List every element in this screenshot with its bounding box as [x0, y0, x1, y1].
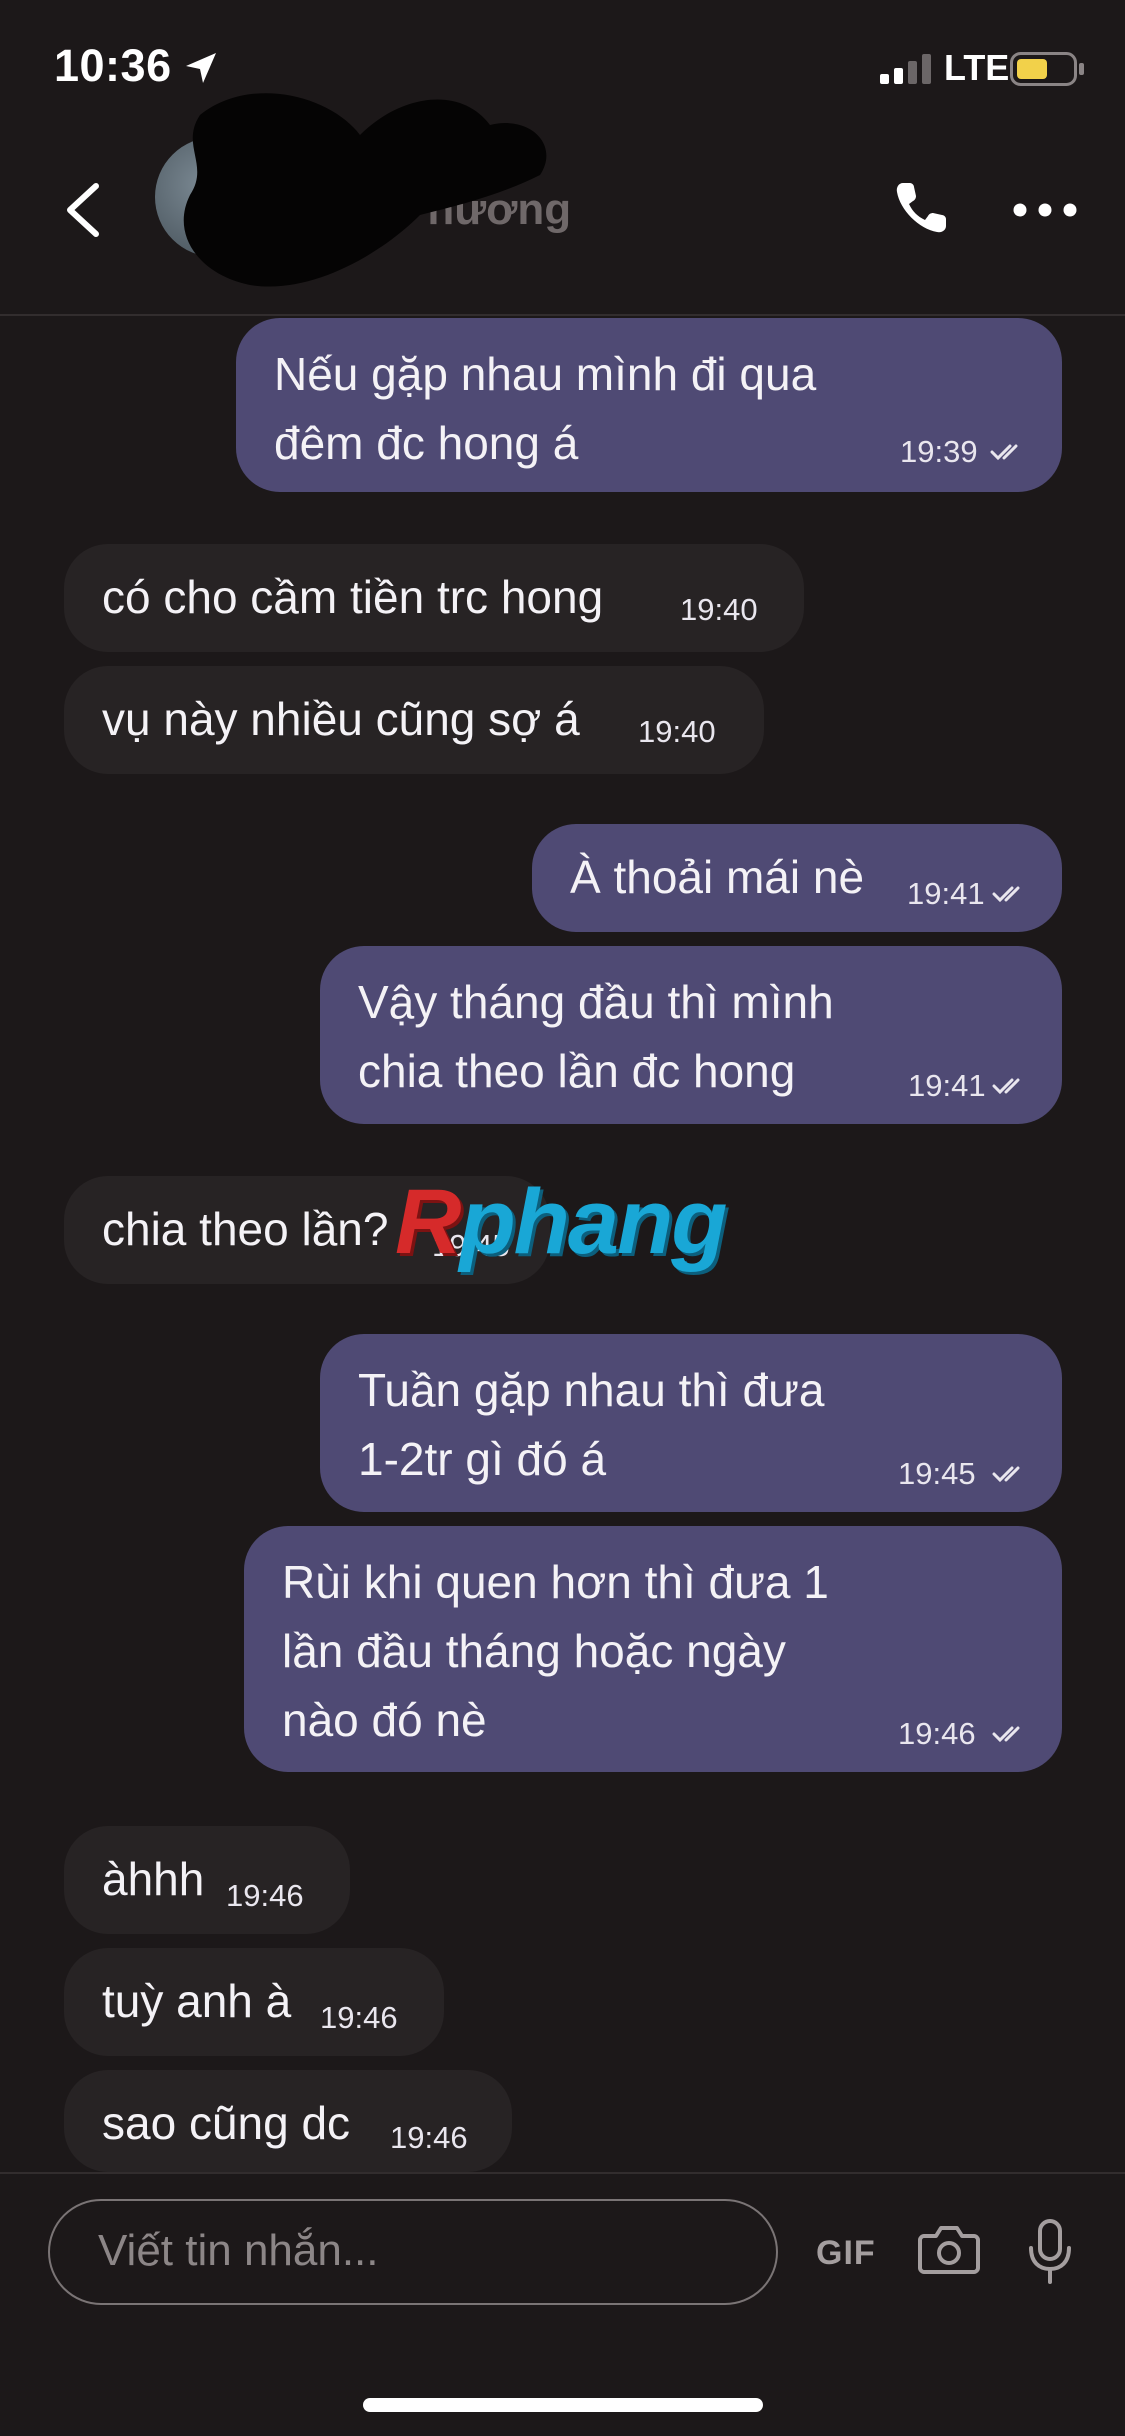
message-time: 19:41	[907, 876, 985, 911]
message-time: 19:39	[900, 434, 978, 469]
message-text: Tuần gặp nhau thì đưa 1-2tr gì đó á	[358, 1364, 825, 1485]
message-text: Vậy tháng đầu thì mình chia theo lần đc …	[358, 976, 834, 1097]
message-text: Nếu gặp nhau mình đi qua đêm đc hong á	[274, 348, 817, 469]
read-check-icon	[990, 444, 1018, 461]
signal-bars-icon	[880, 54, 931, 84]
message-time: 19:46	[320, 2000, 398, 2035]
back-chevron-icon[interactable]	[60, 180, 110, 240]
message-text: Rùi khi quen hơn thì đưa 1 lần đầu tháng…	[282, 1556, 829, 1746]
message-time: 19:41	[908, 1068, 986, 1103]
message-bubble-outgoing[interactable]: À thoải mái nè 19:41	[532, 824, 1062, 932]
phone-call-icon[interactable]	[893, 180, 949, 236]
read-check-icon	[992, 1466, 1020, 1483]
message-time: 19:45	[898, 1456, 976, 1491]
watermark-initial: R	[395, 1171, 461, 1273]
composer-divider	[0, 2172, 1125, 2174]
message-bubble-outgoing[interactable]: Tuần gặp nhau thì đưa 1-2tr gì đó á 19:4…	[320, 1334, 1062, 1512]
message-text: tuỳ anh à	[102, 1975, 292, 2027]
watermark-rest: phang	[459, 1171, 727, 1273]
message-text: có cho cầm tiền trc hong	[102, 571, 604, 623]
status-time: 10:36	[54, 40, 172, 91]
microphone-icon[interactable]	[1025, 2218, 1075, 2286]
message-bubble-incoming[interactable]: tuỳ anh à 19:46	[64, 1948, 444, 2056]
home-indicator	[363, 2398, 763, 2412]
message-bubble-incoming[interactable]: sao cũng dc 19:46	[64, 2070, 512, 2172]
message-bubble-outgoing[interactable]: Rùi khi quen hơn thì đưa 1 lần đầu tháng…	[244, 1526, 1062, 1772]
read-check-icon	[992, 886, 1020, 903]
message-time: 19:40	[638, 714, 716, 749]
battery-icon	[1010, 52, 1084, 86]
message-time: 19:40	[680, 592, 758, 627]
message-input-placeholder: Viết tin nhắn...	[98, 2226, 379, 2275]
message-text: vụ này nhiều cũng sợ á	[102, 693, 580, 745]
message-bubble-incoming[interactable]: có cho cầm tiền trc hong 19:40	[64, 544, 804, 652]
camera-icon[interactable]	[918, 2222, 980, 2276]
message-time: 19:46	[226, 1878, 304, 1913]
message-bubble-incoming[interactable]: vụ này nhiều cũng sợ á 19:40	[64, 666, 764, 774]
message-text: À thoải mái nè	[570, 851, 865, 903]
message-time: 19:46	[390, 2120, 468, 2155]
read-check-icon	[992, 1726, 1020, 1743]
watermark: Rphang	[395, 1170, 727, 1275]
message-bubble-outgoing[interactable]: Nếu gặp nhau mình đi qua đêm đc hong á 1…	[236, 318, 1062, 492]
read-check-icon	[992, 1078, 1020, 1095]
message-text: sao cũng dc	[102, 2097, 351, 2149]
gif-button[interactable]: GIF	[816, 2234, 876, 2273]
message-text: àhhh	[102, 1853, 205, 1905]
message-time: 19:46	[898, 1716, 976, 1751]
header-divider	[0, 314, 1125, 316]
redaction-scribble	[183, 93, 547, 287]
message-text: chia theo lần?	[102, 1203, 389, 1255]
network-label: LTE	[944, 47, 1010, 88]
message-bubble-incoming[interactable]: àhhh 19:46	[64, 1826, 350, 1934]
more-options-icon[interactable]	[1010, 200, 1080, 220]
message-bubble-outgoing[interactable]: Vậy tháng đầu thì mình chia theo lần đc …	[320, 946, 1062, 1124]
